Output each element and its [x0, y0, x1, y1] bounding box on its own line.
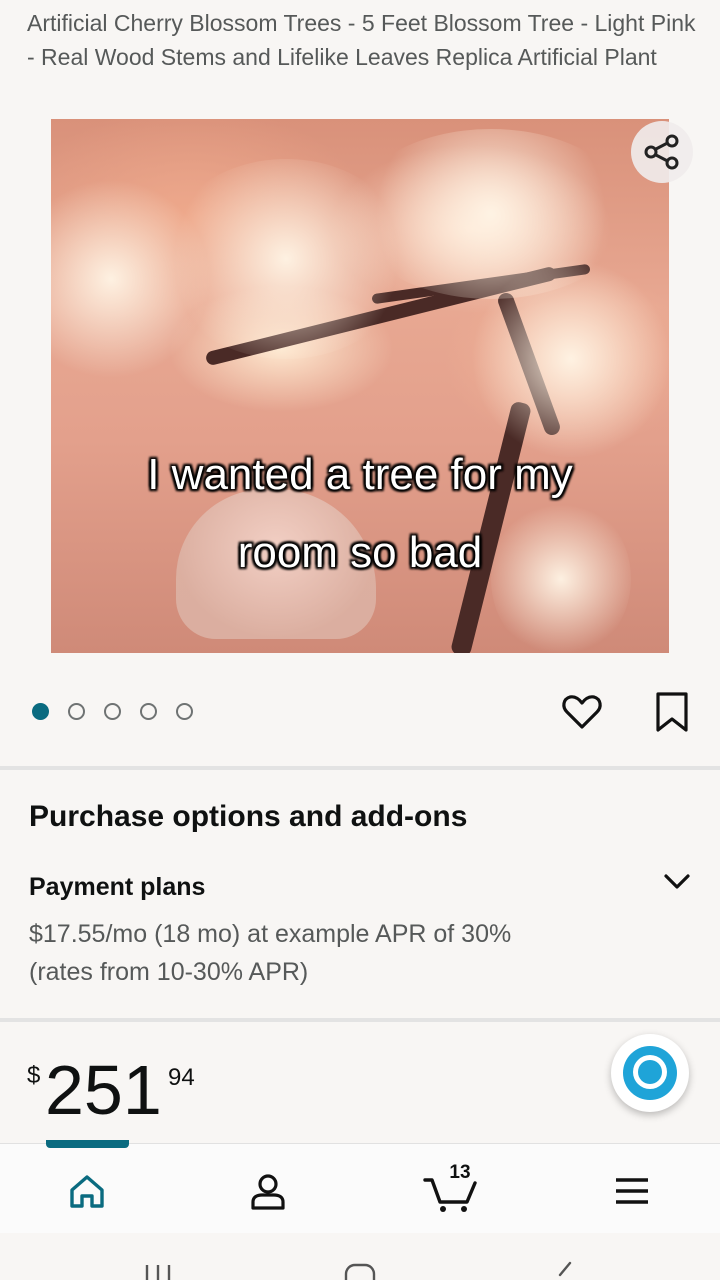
- gallery-dots: [32, 703, 193, 720]
- home-icon: [70, 1175, 104, 1208]
- section-title: Purchase options and add-ons: [29, 800, 468, 833]
- caption-line-2: room so bad: [237, 528, 483, 577]
- gallery-dot[interactable]: [176, 703, 193, 720]
- nav-cart[interactable]: 13: [421, 1162, 481, 1216]
- nav-account[interactable]: [243, 1166, 293, 1216]
- recent-apps-icon[interactable]: [143, 1261, 175, 1280]
- divider: [0, 1018, 720, 1022]
- save-button[interactable]: [653, 690, 691, 734]
- gallery-dot[interactable]: [104, 703, 121, 720]
- divider: [0, 766, 720, 770]
- price-fraction: 94: [168, 1064, 195, 1091]
- caption-line-1: I wanted a tree for my: [147, 450, 573, 499]
- video-caption: I wanted a tree for my room so bad: [60, 436, 660, 592]
- share-button[interactable]: [631, 121, 693, 183]
- system-nav-bar: [0, 1233, 720, 1280]
- bookmark-icon: [656, 692, 688, 732]
- nav-home[interactable]: [62, 1166, 112, 1216]
- product-title: Artificial Cherry Blossom Trees - 5 Feet…: [27, 10, 696, 70]
- alexa-button[interactable]: [611, 1034, 689, 1112]
- cart-count-badge: 13: [449, 1162, 471, 1183]
- alexa-icon: [623, 1046, 677, 1100]
- nav-active-indicator: [46, 1140, 129, 1148]
- gallery-dot[interactable]: [68, 703, 85, 720]
- gallery-dot[interactable]: [140, 703, 157, 720]
- account-icon: [251, 1174, 285, 1210]
- back-icon[interactable]: [552, 1261, 576, 1280]
- payment-plans-description: $17.55/mo (18 mo) at example APR of 30% …: [29, 920, 512, 986]
- chevron-down-icon: [664, 874, 690, 889]
- price-symbol: $: [27, 1062, 41, 1089]
- heart-icon: [562, 695, 602, 729]
- bottom-nav: 13: [0, 1140, 720, 1233]
- payment-plans-title[interactable]: Payment plans: [29, 873, 205, 902]
- payment-plans-toggle[interactable]: [662, 868, 692, 894]
- share-icon: [644, 134, 679, 170]
- wishlist-button[interactable]: [561, 691, 603, 733]
- menu-icon: [616, 1178, 648, 1204]
- gallery-dot[interactable]: [32, 703, 49, 720]
- home-system-icon[interactable]: [343, 1261, 377, 1280]
- nav-menu[interactable]: [607, 1166, 657, 1216]
- price-whole: 251: [45, 1051, 162, 1129]
